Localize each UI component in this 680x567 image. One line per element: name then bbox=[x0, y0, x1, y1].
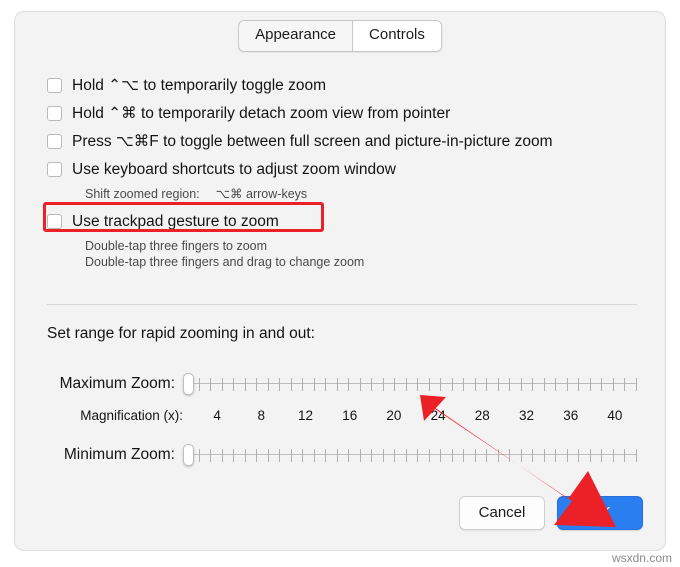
magnification-value: 20 bbox=[386, 408, 402, 423]
keyboard-shortcut-hint-left: Shift zoomed region: bbox=[85, 187, 200, 201]
magnification-value: 24 bbox=[430, 408, 446, 423]
trackpad-hint-line-2: Double-tap three fingers and drag to cha… bbox=[85, 255, 365, 269]
magnification-label: Magnification (x): bbox=[80, 408, 183, 423]
magnification-value: 16 bbox=[342, 408, 358, 423]
option-row-press-fullscreen-pip[interactable]: Press ⌥⌘F to toggle between full screen … bbox=[47, 132, 637, 151]
maximum-zoom-slider[interactable] bbox=[183, 373, 637, 395]
magnification-value: 12 bbox=[297, 408, 314, 423]
magnification-value: 36 bbox=[563, 408, 579, 423]
zoom-options-dialog: Appearance Controls Hold ⌃⌥ to temporari… bbox=[14, 11, 666, 551]
maximum-zoom-row: Maximum Zoom: bbox=[47, 373, 637, 395]
maximum-zoom-label: Maximum Zoom: bbox=[59, 375, 175, 392]
tab-bar: Appearance Controls bbox=[238, 20, 442, 52]
option-label-hold-detach-zoom: Hold ⌃⌘ to temporarily detach zoom view … bbox=[72, 105, 451, 122]
checkbox-press-fullscreen-pip[interactable] bbox=[47, 134, 62, 149]
keyboard-shortcut-hint: Shift zoomed region: ⌥⌘ arrow-keys bbox=[85, 186, 637, 202]
magnification-value: 40 bbox=[607, 408, 623, 423]
minimum-zoom-ticks bbox=[187, 446, 637, 464]
minimum-zoom-slider[interactable] bbox=[183, 444, 637, 466]
trackpad-hint-line-1: Double-tap three fingers to zoom bbox=[85, 239, 268, 253]
checkbox-hold-detach-zoom[interactable] bbox=[47, 106, 62, 121]
magnification-value: 28 bbox=[474, 408, 490, 423]
ok-button[interactable]: OK bbox=[557, 496, 643, 530]
magnification-value: 4 bbox=[213, 408, 221, 423]
tab-appearance[interactable]: Appearance bbox=[239, 21, 353, 51]
option-row-hold-detach-zoom[interactable]: Hold ⌃⌘ to temporarily detach zoom view … bbox=[47, 104, 637, 123]
options-list: Hold ⌃⌥ to temporarily toggle zoom Hold … bbox=[47, 76, 637, 280]
magnification-value: 32 bbox=[519, 408, 535, 423]
maximum-zoom-knob[interactable] bbox=[183, 373, 194, 395]
section-divider bbox=[47, 304, 637, 305]
maximum-zoom-ticks bbox=[187, 375, 637, 393]
magnification-row: Magnification (x): 4 8 12 16 20 24 28 32… bbox=[47, 408, 637, 423]
option-row-keyboard-shortcuts[interactable]: Use keyboard shortcuts to adjust zoom wi… bbox=[47, 160, 637, 179]
magnification-value: 8 bbox=[257, 408, 266, 423]
option-row-hold-toggle-zoom[interactable]: Hold ⌃⌥ to temporarily toggle zoom bbox=[47, 76, 637, 95]
dialog-buttons: Cancel OK bbox=[459, 496, 643, 530]
keyboard-shortcut-hint-right: ⌥⌘ arrow-keys bbox=[215, 187, 308, 201]
option-label-hold-toggle-zoom: Hold ⌃⌥ to temporarily toggle zoom bbox=[72, 77, 326, 94]
tab-controls[interactable]: Controls bbox=[352, 21, 441, 51]
option-row-trackpad-gesture[interactable]: Use trackpad gesture to zoom bbox=[47, 212, 637, 231]
checkbox-hold-toggle-zoom[interactable] bbox=[47, 78, 62, 93]
minimum-zoom-row: Minimum Zoom: bbox=[47, 444, 637, 466]
magnification-scale: 4 8 12 16 20 24 28 32 36 40 bbox=[195, 408, 637, 423]
checkbox-trackpad-gesture[interactable] bbox=[47, 214, 62, 229]
watermark: wsxdn.com bbox=[611, 551, 672, 565]
option-label-trackpad-gesture: Use trackpad gesture to zoom bbox=[72, 213, 279, 230]
minimum-zoom-label: Minimum Zoom: bbox=[63, 446, 175, 463]
checkbox-keyboard-shortcuts[interactable] bbox=[47, 162, 62, 177]
minimum-zoom-knob[interactable] bbox=[183, 444, 194, 466]
cancel-button[interactable]: Cancel bbox=[459, 496, 545, 530]
option-label-keyboard-shortcuts: Use keyboard shortcuts to adjust zoom wi… bbox=[72, 161, 396, 178]
option-label-press-fullscreen-pip: Press ⌥⌘F to toggle between full screen … bbox=[72, 133, 553, 150]
zoom-range-section-title: Set range for rapid zooming in and out: bbox=[47, 325, 315, 342]
